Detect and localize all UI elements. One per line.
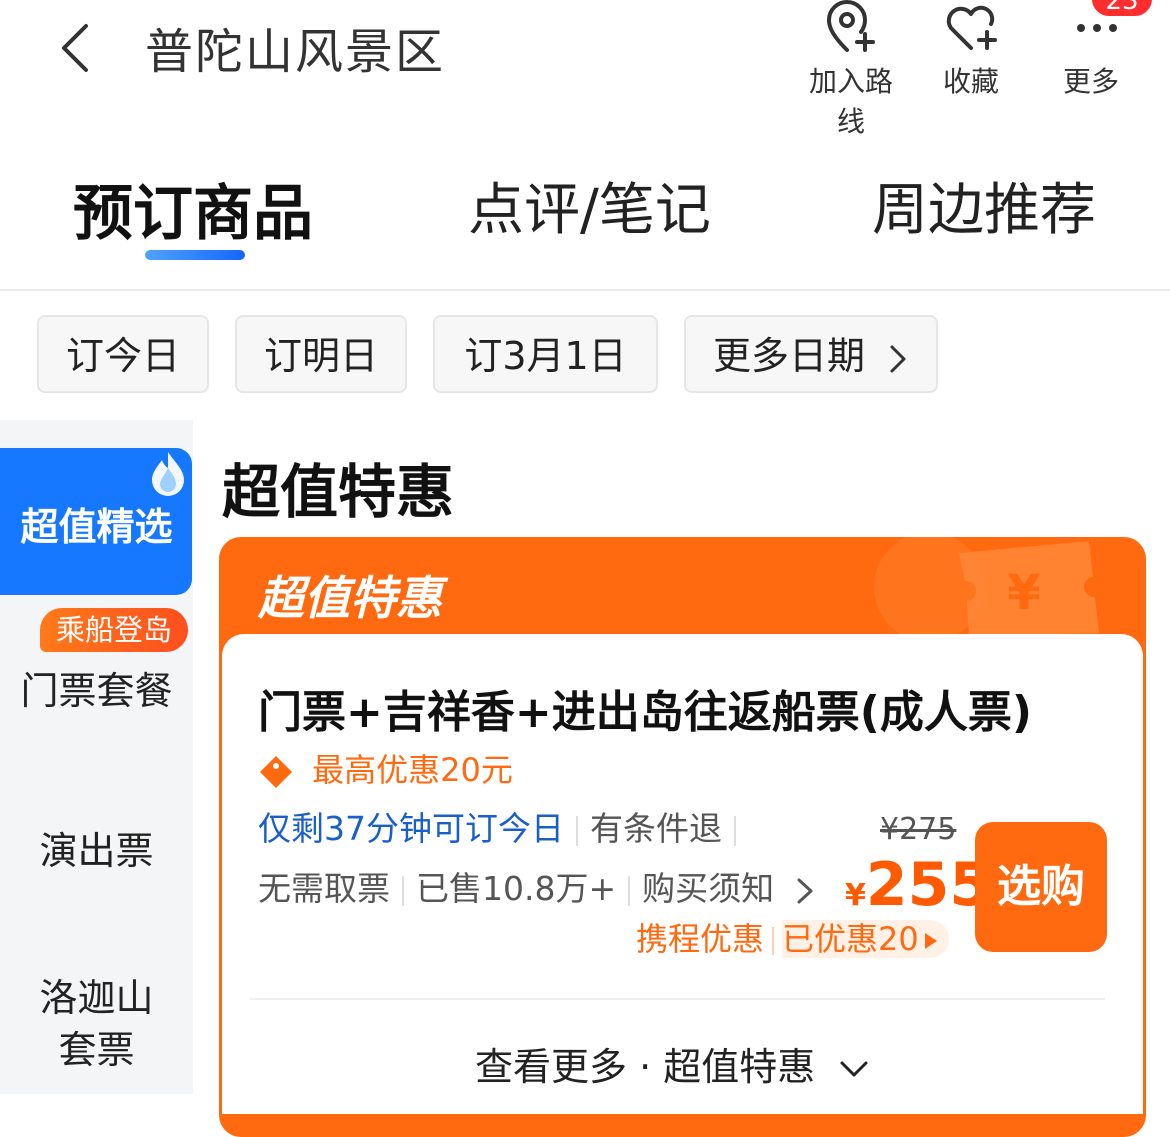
product-title[interactable]: 门票+吉祥香+进出岛往返船票(成人票) <box>258 676 1032 740</box>
sidebar-item-luojia[interactable]: 洛迦山 套票 <box>0 972 193 1076</box>
tab-nearby[interactable]: 周边推荐 <box>872 165 1096 246</box>
page-title: 普陀山风景区 <box>145 24 446 80</box>
notification-badge: 23 <box>1092 0 1152 16</box>
sales-info-row: 无需取票 已售10.8万+ 购买须知 <box>258 862 815 910</box>
original-price: ¥275 <box>880 812 957 847</box>
purchase-notice-link[interactable]: 购买须知 <box>642 869 774 908</box>
separator <box>402 875 404 906</box>
favorite-button[interactable]: 收藏 <box>926 0 1016 100</box>
header-divider <box>0 289 1170 291</box>
price-value: 255 <box>865 850 992 920</box>
no-pickup-text: 无需取票 <box>258 869 390 908</box>
more-dates-label: 更多日期 <box>712 334 865 378</box>
separator <box>772 927 775 955</box>
back-button[interactable] <box>50 18 110 78</box>
see-more-label: 查看更多 · 超值特惠 <box>475 1045 816 1089</box>
see-more-button[interactable]: 查看更多 · 超值特惠 <box>475 1036 869 1091</box>
card-divider <box>250 998 1105 1000</box>
add-route-button[interactable]: 加入路线 <box>806 0 896 140</box>
favorite-label: 收藏 <box>942 65 999 98</box>
coupon-decoration-icon: ¥ <box>874 537 1099 637</box>
sidebar-tag-boat: 乘船登岛 <box>40 608 188 652</box>
chip-mar1[interactable]: 订3月1日 <box>433 315 658 393</box>
separator <box>734 815 736 846</box>
discount-text: 最高优惠20元 <box>312 751 513 789</box>
triangle-right-icon <box>924 933 937 949</box>
chevron-right-icon <box>797 878 813 903</box>
booking-info-row: 仅剩37分钟可订今日 有条件退 <box>258 802 748 850</box>
promo-banner-title: 超值特惠 <box>258 571 442 625</box>
svg-text:¥: ¥ <box>1007 565 1040 621</box>
chip-tomorrow[interactable]: 订明日 <box>235 315 407 393</box>
availability-text: 仅剩37分钟可订今日 <box>258 809 564 848</box>
tab-booking[interactable]: 预订商品 <box>73 165 313 252</box>
sidebar-item-label: 套票 <box>58 1028 135 1072</box>
currency-symbol: ¥ <box>845 878 866 913</box>
promo-source: 携程优惠 <box>636 920 765 958</box>
chip-today[interactable]: 订今日 <box>37 315 209 393</box>
saving-info: 携程优惠 已优惠20 <box>636 914 949 964</box>
flame-icon <box>152 452 184 496</box>
chevron-down-icon <box>840 1061 868 1076</box>
discount-info: 最高优惠20元 <box>258 745 513 791</box>
refund-policy[interactable]: 有条件退 <box>590 809 722 848</box>
more-label: 更多 <box>1062 65 1119 98</box>
heart-add-icon <box>946 5 997 50</box>
sold-count: 已售10.8万+ <box>416 869 617 908</box>
chevron-right-icon <box>890 345 906 372</box>
sidebar-item-shows[interactable]: 演出票 <box>0 820 193 875</box>
buy-button[interactable]: 选购 <box>975 822 1107 952</box>
section-title: 超值特惠 <box>222 458 455 526</box>
sidebar-item-ticket-package[interactable]: 门票套餐 <box>0 660 193 715</box>
sidebar-item-label: 超值精选 <box>20 505 173 549</box>
separator <box>628 875 631 906</box>
separator <box>576 815 578 846</box>
add-route-label: 加入路线 <box>808 65 893 138</box>
promo-saved: 已优惠20 <box>782 920 919 958</box>
location-add-icon <box>826 0 875 52</box>
sidebar-item-label: 洛迦山 <box>39 976 154 1020</box>
chevron-left-icon <box>62 24 88 72</box>
tab-reviews[interactable]: 点评/笔记 <box>468 165 711 246</box>
chip-more-dates[interactable]: 更多日期 <box>684 315 938 393</box>
current-price: ¥255 <box>845 850 991 920</box>
coupon-tag-icon <box>260 756 292 788</box>
promo-saved-pill: 已优惠20 <box>782 920 949 958</box>
active-tab-indicator <box>145 250 245 260</box>
